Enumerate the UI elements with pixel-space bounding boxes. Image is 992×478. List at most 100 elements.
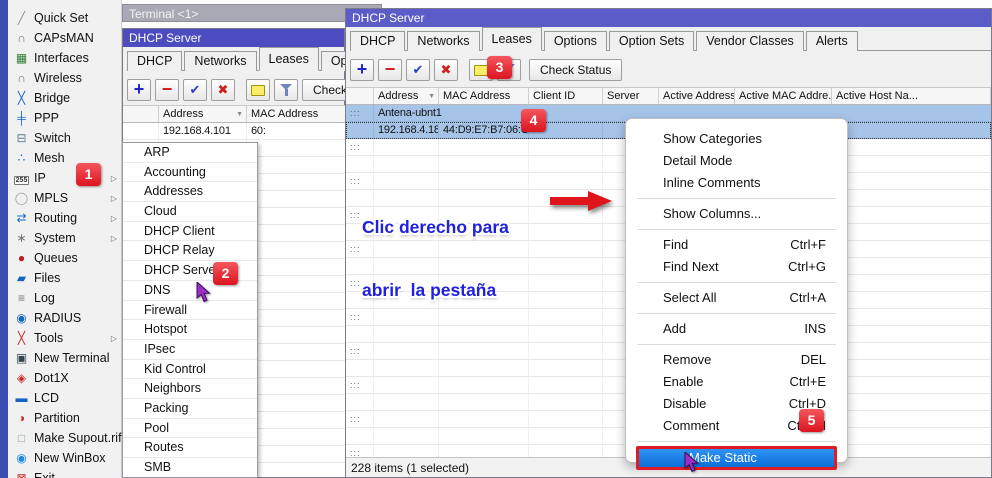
check-icon: ✔ xyxy=(413,62,424,78)
submenu-item-routes[interactable]: Routes xyxy=(123,438,257,458)
empty-cell xyxy=(247,429,346,445)
sidebar-item-ip[interactable]: 255IP▷ xyxy=(8,168,121,188)
column-header-address[interactable]: Address▼ xyxy=(159,106,247,122)
sidebar-item-queues[interactable]: ●Queues xyxy=(8,248,121,268)
sidebar-item-routing[interactable]: ⇄Routing▷ xyxy=(8,208,121,228)
minus-icon: − xyxy=(162,80,173,98)
sidebar-item-mpls[interactable]: ◯MPLS▷ xyxy=(8,188,121,208)
tab-dhcp[interactable]: DHCP xyxy=(127,51,182,71)
add-button[interactable]: + xyxy=(350,59,374,81)
submenu-item-dns[interactable]: DNS xyxy=(123,281,257,301)
submenu-item-hotspot[interactable]: Hotspot xyxy=(123,320,257,340)
mpls-icon: ◯ xyxy=(13,192,30,204)
submenu-item-neighbors[interactable]: Neighbors xyxy=(123,379,257,399)
tab-networks[interactable]: Networks xyxy=(184,51,256,71)
menu-item-shortcut: Ctrl+F xyxy=(790,234,826,256)
window-titlebar[interactable]: DHCP Server xyxy=(123,29,344,47)
remove-button[interactable]: − xyxy=(378,59,402,81)
sidebar-item-quick-set[interactable]: ╱Quick Set xyxy=(8,8,121,28)
menu-item-label: Show Columns... xyxy=(663,206,761,221)
sidebar-item-ppp[interactable]: ╪PPP xyxy=(8,108,121,128)
sidebar-item-log[interactable]: ≡Log xyxy=(8,288,121,308)
submenu-item-kid-control[interactable]: Kid Control xyxy=(123,360,257,380)
column-header-active-mac-addre-[interactable]: Active MAC Addre... xyxy=(735,88,832,104)
menu-item-make-static[interactable]: Make Static xyxy=(636,446,837,470)
sidebar-item-mesh[interactable]: ∴Mesh xyxy=(8,148,121,168)
tab-option-sets[interactable]: Option Sets xyxy=(609,31,694,51)
submenu-item-packing[interactable]: Packing xyxy=(123,399,257,419)
column-header-mac[interactable]: MAC Address xyxy=(247,106,346,122)
column-header-active-address[interactable]: Active Address xyxy=(659,88,735,104)
table-row[interactable]: 192.168.4.10160: xyxy=(123,123,346,140)
sidebar-item-system[interactable]: ∗System▷ xyxy=(8,228,121,248)
tab-leases[interactable]: Leases xyxy=(259,47,319,71)
remove-button[interactable]: − xyxy=(155,79,179,101)
sidebar-item-capsman[interactable]: ∩CAPsMAN xyxy=(8,28,121,48)
submenu-item-addresses[interactable]: Addresses xyxy=(123,182,257,202)
disable-button[interactable]: ✖ xyxy=(211,79,235,101)
sidebar-item-new-winbox[interactable]: ◉New WinBox xyxy=(8,448,121,468)
sidebar-item-make-supout-rif[interactable]: □Make Supout.rif xyxy=(8,428,121,448)
step-badge-3: 3 xyxy=(487,56,512,79)
submenu-item-dhcp-client[interactable]: DHCP Client xyxy=(123,222,257,242)
sidebar-item-wireless[interactable]: ∩Wireless xyxy=(8,68,121,88)
sidebar-item-radius[interactable]: ◉RADIUS xyxy=(8,308,121,328)
column-header-mac-address[interactable]: MAC Address xyxy=(439,88,529,104)
menu-item-enable[interactable]: EnableCtrl+E xyxy=(626,371,847,393)
tab-networks[interactable]: Networks xyxy=(407,31,479,51)
sidebar-item-label: LCD xyxy=(30,391,59,405)
menu-item-show-columns-[interactable]: Show Columns... xyxy=(626,203,847,225)
submenu-item-accounting[interactable]: Accounting xyxy=(123,163,257,183)
sidebar-item-files[interactable]: ▰Files xyxy=(8,268,121,288)
sidebar-item-dot1x[interactable]: ◈Dot1X xyxy=(8,368,121,388)
menu-item-show-categories[interactable]: Show Categories xyxy=(626,128,847,150)
submenu-item-pool[interactable]: Pool xyxy=(123,419,257,439)
column-header-server[interactable]: Server xyxy=(603,88,659,104)
menu-item-remove[interactable]: RemoveDEL xyxy=(626,349,847,371)
check-status-button[interactable]: Check Status xyxy=(529,59,622,81)
menu-item-inline-comments[interactable]: Inline Comments xyxy=(626,172,847,194)
sidebar-item-interfaces[interactable]: ▦Interfaces xyxy=(8,48,121,68)
column-header-active-host-na-[interactable]: Active Host Na... xyxy=(832,88,991,104)
sidebar-item-bridge[interactable]: ╳Bridge xyxy=(8,88,121,108)
submenu-item-dhcp-relay[interactable]: DHCP Relay xyxy=(123,241,257,261)
menu-separator xyxy=(637,282,836,283)
menu-item-detail-mode[interactable]: Detail Mode xyxy=(626,150,847,172)
submenu-item-arp[interactable]: ARP xyxy=(123,143,257,163)
empty-cell xyxy=(247,310,346,326)
sidebar-item-partition[interactable]: ◑Partition xyxy=(8,408,121,428)
disable-button[interactable]: ✖ xyxy=(434,59,458,81)
tab-dhcp[interactable]: DHCP xyxy=(350,31,405,51)
tab-leases[interactable]: Leases xyxy=(482,27,542,51)
sidebar-item-switch[interactable]: ⊟Switch xyxy=(8,128,121,148)
column-header-handle[interactable] xyxy=(123,106,159,122)
sidebar-item-new-terminal[interactable]: ▣New Terminal xyxy=(8,348,121,368)
tab-alerts[interactable]: Alerts xyxy=(806,31,858,51)
menu-item-select-all[interactable]: Select AllCtrl+A xyxy=(626,287,847,309)
submenu-item-ipsec[interactable]: IPsec xyxy=(123,340,257,360)
sidebar-item-tools[interactable]: ╳Tools▷ xyxy=(8,328,121,348)
column-header-client-id[interactable]: Client ID xyxy=(529,88,603,104)
submenu-item-cloud[interactable]: Cloud xyxy=(123,202,257,222)
lcd-icon: ▬ xyxy=(13,392,30,404)
red-arrow-icon xyxy=(548,188,614,214)
sidebar-item-lcd[interactable]: ▬LCD xyxy=(8,388,121,408)
column-header-label: Server xyxy=(607,90,639,102)
comment-button[interactable] xyxy=(246,79,270,101)
menu-item-find-next[interactable]: Find NextCtrl+G xyxy=(626,256,847,278)
enable-button[interactable]: ✔ xyxy=(183,79,207,101)
submenu-item-firewall[interactable]: Firewall xyxy=(123,301,257,321)
submenu-item-smb[interactable]: SMB xyxy=(123,458,257,478)
column-header-handle[interactable] xyxy=(346,88,374,104)
filter-button[interactable] xyxy=(274,79,298,101)
window-titlebar[interactable]: DHCP Server xyxy=(346,9,991,27)
column-header-address[interactable]: Address▼ xyxy=(374,88,439,104)
terminal-window-titlebar[interactable]: Terminal <1> xyxy=(122,4,382,22)
enable-button[interactable]: ✔ xyxy=(406,59,430,81)
menu-item-add[interactable]: AddINS xyxy=(626,318,847,340)
add-button[interactable]: + xyxy=(127,79,151,101)
tab-options[interactable]: Options xyxy=(544,31,607,51)
tab-vendor-classes[interactable]: Vendor Classes xyxy=(696,31,804,51)
menu-item-find[interactable]: FindCtrl+F xyxy=(626,234,847,256)
sidebar-item-exit[interactable]: ⊠Exit xyxy=(8,468,121,478)
